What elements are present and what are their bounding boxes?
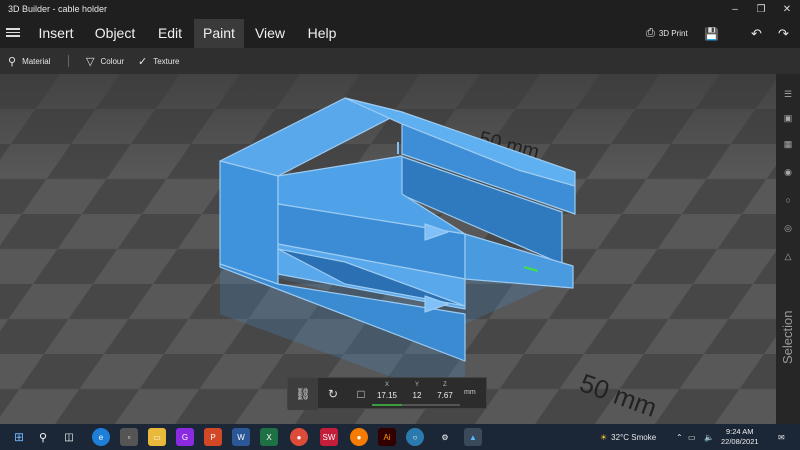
undo-icon[interactable]: ↶ [751,19,762,48]
app-icon[interactable]: ▫ [120,428,138,446]
x-value: 17.15 [376,391,398,400]
window-title: 3D Builder - cable holder [8,4,108,14]
redo-icon[interactable]: ↷ [778,19,789,48]
duplicate-icon[interactable]: ▦ [782,138,794,150]
target-icon[interactable]: ◎ [782,222,794,234]
scene: 50 mm 50 mm [0,74,776,424]
y-bar [402,404,432,406]
task-view-icon[interactable]: ◫ [60,428,78,446]
menu-view[interactable]: View [248,19,292,48]
powerpoint-icon[interactable]: P [204,428,222,446]
tray-expand-icon[interactable]: ⌃ [676,424,683,450]
menu-edit[interactable]: Edit [148,19,192,48]
clock[interactable]: 9:24 AM 22/08/2021 [721,427,759,447]
notifications-icon[interactable]: ✉ [778,424,785,450]
material-label: Material [22,56,51,66]
windows-start-icon[interactable]: ⊞ [10,428,28,446]
x-coordinate[interactable]: X 17.15 [372,382,402,406]
search-icon[interactable]: ⚲ [34,428,52,446]
z-value: 7.67 [437,391,453,400]
material-icon: ⚲ [8,55,17,68]
paint-bucket-icon: ▽ [86,55,95,68]
unit-label[interactable]: mm [464,389,476,396]
3d-print-label: 3D Print [658,29,688,38]
minimize-button[interactable]: – [722,0,748,19]
menu-insert[interactable]: Insert [30,19,82,48]
x-label: X [384,382,389,388]
3d-print-button[interactable]: ⎙ 3D Print [646,19,688,48]
network-icon[interactable]: ▭ [688,424,696,450]
weather-text: 32°C Smoke [611,432,657,442]
z-label: Z [443,382,447,388]
move-tool-icon[interactable]: ⛓ [288,378,318,410]
app-circle-icon[interactable]: ○ [406,428,424,446]
save-icon[interactable]: 💾 [704,19,719,48]
circle-icon[interactable]: ○ [782,194,794,206]
chrome-icon[interactable]: ● [290,428,308,446]
illustrator-icon[interactable]: Ai [378,428,396,446]
texture-label: Texture [153,56,180,66]
hamburger-menu-icon[interactable] [6,26,20,40]
word-icon[interactable]: W [232,428,250,446]
3d-viewport[interactable]: 50 mm 50 mm [0,74,776,424]
time: 9:24 AM [726,427,754,436]
app-g-icon[interactable]: G [176,428,194,446]
edge-icon[interactable]: e [92,428,110,446]
title-bar: 3D Builder - cable holder – ❐ ✕ [0,0,800,19]
y-coordinate[interactable]: Y 12 [402,382,432,406]
menu-help[interactable]: Help [300,19,344,48]
divider [68,55,69,67]
settings-icon[interactable]: ◉ [782,166,794,178]
y-label: Y [414,382,419,388]
material-button[interactable]: ⚲ Material [8,48,51,74]
printer-icon: ⎙ [646,27,655,39]
move-icon[interactable]: ▣ [782,112,794,124]
settings-gear-icon[interactable]: ⚙ [436,428,454,446]
menu-paint[interactable]: Paint [194,19,244,48]
z-coordinate[interactable]: Z 7.67 [430,382,460,406]
date: 22/08/2021 [721,437,759,446]
brush-icon: ✓ [138,55,148,68]
volume-icon[interactable]: 🔈 [704,424,714,450]
triangle-icon[interactable]: △ [782,250,794,262]
texture-button[interactable]: ✓ Texture [138,48,179,74]
transform-toolbar: ⛓ ↻ □ X 17.15 Y 12 Z 7.67 mm [287,377,487,410]
colour-button[interactable]: ▽ Colour [86,48,124,74]
taskbar: ⊞ ⚲ ◫ e ▫ ▭ G P W X ● SW ● Ai ○ ⚙ ▲ ☀ 32… [0,424,800,450]
rotate-tool-icon[interactable]: ↻ [318,378,348,410]
right-panel: ☰ ▣ ▦ ◉ ○ ◎ △ Selection [776,74,800,424]
weather-widget[interactable]: ☀ 32°C Smoke [600,424,656,450]
colour-label: Colour [100,56,125,66]
selection-label: Selection [780,310,795,364]
file-explorer-icon[interactable]: ▭ [148,428,166,446]
blender-icon[interactable]: ● [350,428,368,446]
y-value: 12 [412,391,422,400]
menu-icon[interactable]: ☰ [782,88,794,100]
menu-bar: Insert Object Edit Paint View Help ⎙ 3D … [0,19,800,48]
close-button[interactable]: ✕ [774,0,800,19]
sun-icon: ☀ [600,432,608,442]
z-bar [430,404,460,406]
3d-builder-icon[interactable]: ▲ [464,428,482,446]
excel-icon[interactable]: X [260,428,278,446]
solidworks-icon[interactable]: SW [320,428,338,446]
restore-button[interactable]: ❐ [748,0,774,19]
paint-toolbar: ⚲ Material ▽ Colour ✓ Texture [0,48,800,74]
menu-object[interactable]: Object [86,19,144,48]
x-bar [372,404,402,406]
